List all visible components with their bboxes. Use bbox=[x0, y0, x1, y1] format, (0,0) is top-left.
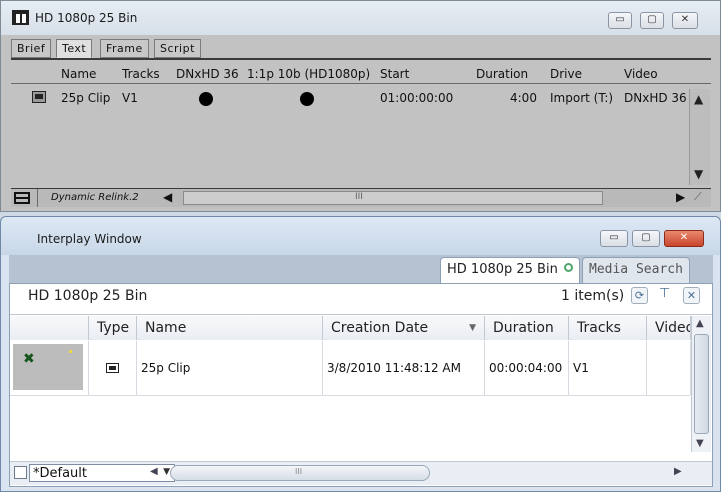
bin-icon bbox=[12, 10, 29, 25]
column-duration[interactable]: Duration bbox=[476, 67, 528, 81]
row-tracks: V1 bbox=[122, 91, 138, 105]
row-duration: 00:00:04:00 bbox=[485, 341, 569, 395]
row-drive: Import (T:) bbox=[550, 91, 614, 105]
interplay-title-bar[interactable]: Interplay Window ▭ ▢ ✕ bbox=[1, 217, 720, 255]
master-clip-icon bbox=[106, 363, 119, 373]
column-drive[interactable]: Drive bbox=[550, 67, 582, 81]
row-video bbox=[647, 341, 691, 395]
separator bbox=[37, 189, 38, 207]
chevron-down-icon[interactable]: ▼ bbox=[163, 467, 170, 477]
column-thumbnail[interactable] bbox=[10, 316, 89, 340]
panel-divider bbox=[10, 314, 712, 315]
column-video[interactable]: Video bbox=[647, 316, 691, 340]
interplay-window-title: Interplay Window bbox=[37, 232, 142, 246]
sort-arrow-icon[interactable]: ▼ bbox=[469, 316, 476, 340]
close-bin-button[interactable]: ✕ bbox=[683, 287, 700, 304]
tab-text[interactable]: Text bbox=[56, 39, 93, 58]
scroll-down-icon[interactable]: ▼ bbox=[696, 438, 704, 449]
column-start[interactable]: Start bbox=[380, 67, 409, 81]
row-name: 25p Clip bbox=[61, 91, 111, 105]
column-tracks[interactable]: Tracks bbox=[122, 67, 160, 81]
close-button[interactable]: ✕ bbox=[664, 230, 704, 247]
tab-script[interactable]: Script bbox=[154, 39, 201, 58]
scroll-up-icon[interactable]: ▲ bbox=[696, 318, 704, 329]
refresh-button[interactable]: ⟳ bbox=[631, 287, 648, 304]
vertical-scrollbar[interactable]: ▲ ▼ bbox=[689, 89, 710, 185]
row-creation-date: 3/8/2010 11:48:12 AM bbox=[323, 341, 485, 395]
tab-media-search[interactable]: Media Search bbox=[582, 257, 690, 283]
bin-view-label: Dynamic Relink.2 bbox=[51, 192, 139, 203]
row-duration: 4:00 bbox=[510, 91, 537, 105]
hd1080p-media-dot bbox=[300, 92, 314, 106]
scroll-down-icon[interactable]: ▼ bbox=[694, 167, 703, 181]
maximize-button[interactable]: ▢ bbox=[632, 230, 660, 247]
bin-title-bar[interactable]: HD 1080p 25 Bin ▭ ▢ ✕ bbox=[1, 1, 720, 35]
maximize-button[interactable]: ▢ bbox=[640, 12, 664, 29]
scroll-right-icon[interactable]: ▶ bbox=[674, 466, 682, 477]
row-type bbox=[89, 341, 137, 395]
row-start: 01:00:00:00 bbox=[380, 91, 454, 105]
tab-status-circle-icon bbox=[563, 263, 573, 272]
bin-menu-icon[interactable] bbox=[14, 192, 30, 204]
bin-name-label: HD 1080p 25 Bin bbox=[28, 288, 148, 304]
interplay-window: Interplay Window ▭ ▢ ✕ HD 1080p 25 Bin M… bbox=[0, 216, 721, 492]
column-creation-date[interactable]: Creation Date ▼ bbox=[323, 316, 485, 340]
tab-hd-1080p-25-bin[interactable]: HD 1080p 25 Bin bbox=[440, 257, 580, 283]
view-checkbox[interactable] bbox=[14, 466, 27, 479]
scroll-up-icon[interactable]: ▲ bbox=[694, 92, 703, 106]
tab-frame[interactable]: Frame bbox=[100, 39, 149, 58]
bin-window-title: HD 1080p 25 Bin bbox=[35, 11, 138, 25]
row-name: 25p Clip bbox=[137, 341, 323, 395]
column-name[interactable]: Name bbox=[137, 316, 323, 340]
row-separator bbox=[10, 395, 690, 396]
item-count: 1 item(s) bbox=[561, 288, 625, 304]
horizontal-scrollbar[interactable] bbox=[183, 191, 603, 205]
column-tracks[interactable]: Tracks bbox=[569, 316, 647, 340]
pin-icon[interactable]: ⊤ bbox=[659, 286, 670, 301]
offline-x-icon: ✖ bbox=[23, 351, 35, 367]
bin-status-bar: Dynamic Relink.2 ◀ III ▶ ⟋ bbox=[11, 188, 711, 207]
column-dnxhd36[interactable]: DNxHD 36 bbox=[176, 67, 239, 81]
row-thumbnail-cell: ✖ bbox=[10, 341, 89, 395]
tab-brief[interactable]: Brief bbox=[11, 39, 52, 58]
bottom-bar: *Default ▼ ◀ III ▶ bbox=[10, 461, 712, 485]
close-button[interactable]: ✕ bbox=[672, 12, 698, 29]
scroll-left-icon[interactable]: ◀ bbox=[150, 466, 158, 477]
column-video[interactable]: Video bbox=[624, 67, 658, 81]
status-dot-icon bbox=[69, 350, 72, 353]
row-video: DNxHD 36 bbox=[624, 91, 687, 105]
vertical-scrollbar[interactable]: ▲ ▼ bbox=[691, 316, 711, 452]
column-duration[interactable]: Duration bbox=[485, 316, 569, 340]
clip-thumbnail: ✖ bbox=[13, 344, 83, 390]
dnxhd36-media-dot bbox=[199, 92, 213, 106]
minimize-button[interactable]: ▭ bbox=[608, 12, 632, 29]
scroll-thumb[interactable] bbox=[694, 334, 709, 434]
column-header-divider bbox=[11, 83, 711, 84]
resize-grip-icon[interactable]: ⟋ bbox=[694, 190, 702, 204]
column-1-1p-10b[interactable]: 1:1p 10b (HD1080p) bbox=[247, 67, 370, 81]
scroll-left-icon[interactable]: ◀ bbox=[163, 190, 172, 204]
scroll-thumb-grip[interactable]: III bbox=[355, 192, 363, 202]
column-type[interactable]: Type bbox=[89, 316, 137, 340]
scroll-right-icon[interactable]: ▶ bbox=[676, 190, 685, 204]
bin-window: HD 1080p 25 Bin ▭ ▢ ✕ Brief Text Frame S… bbox=[0, 0, 721, 212]
master-clip-icon bbox=[32, 91, 46, 103]
column-name[interactable]: Name bbox=[61, 67, 96, 81]
row-tracks: V1 bbox=[569, 341, 647, 395]
horizontal-scroll-thumb[interactable]: III bbox=[170, 465, 430, 481]
minimize-button[interactable]: ▭ bbox=[600, 230, 628, 247]
